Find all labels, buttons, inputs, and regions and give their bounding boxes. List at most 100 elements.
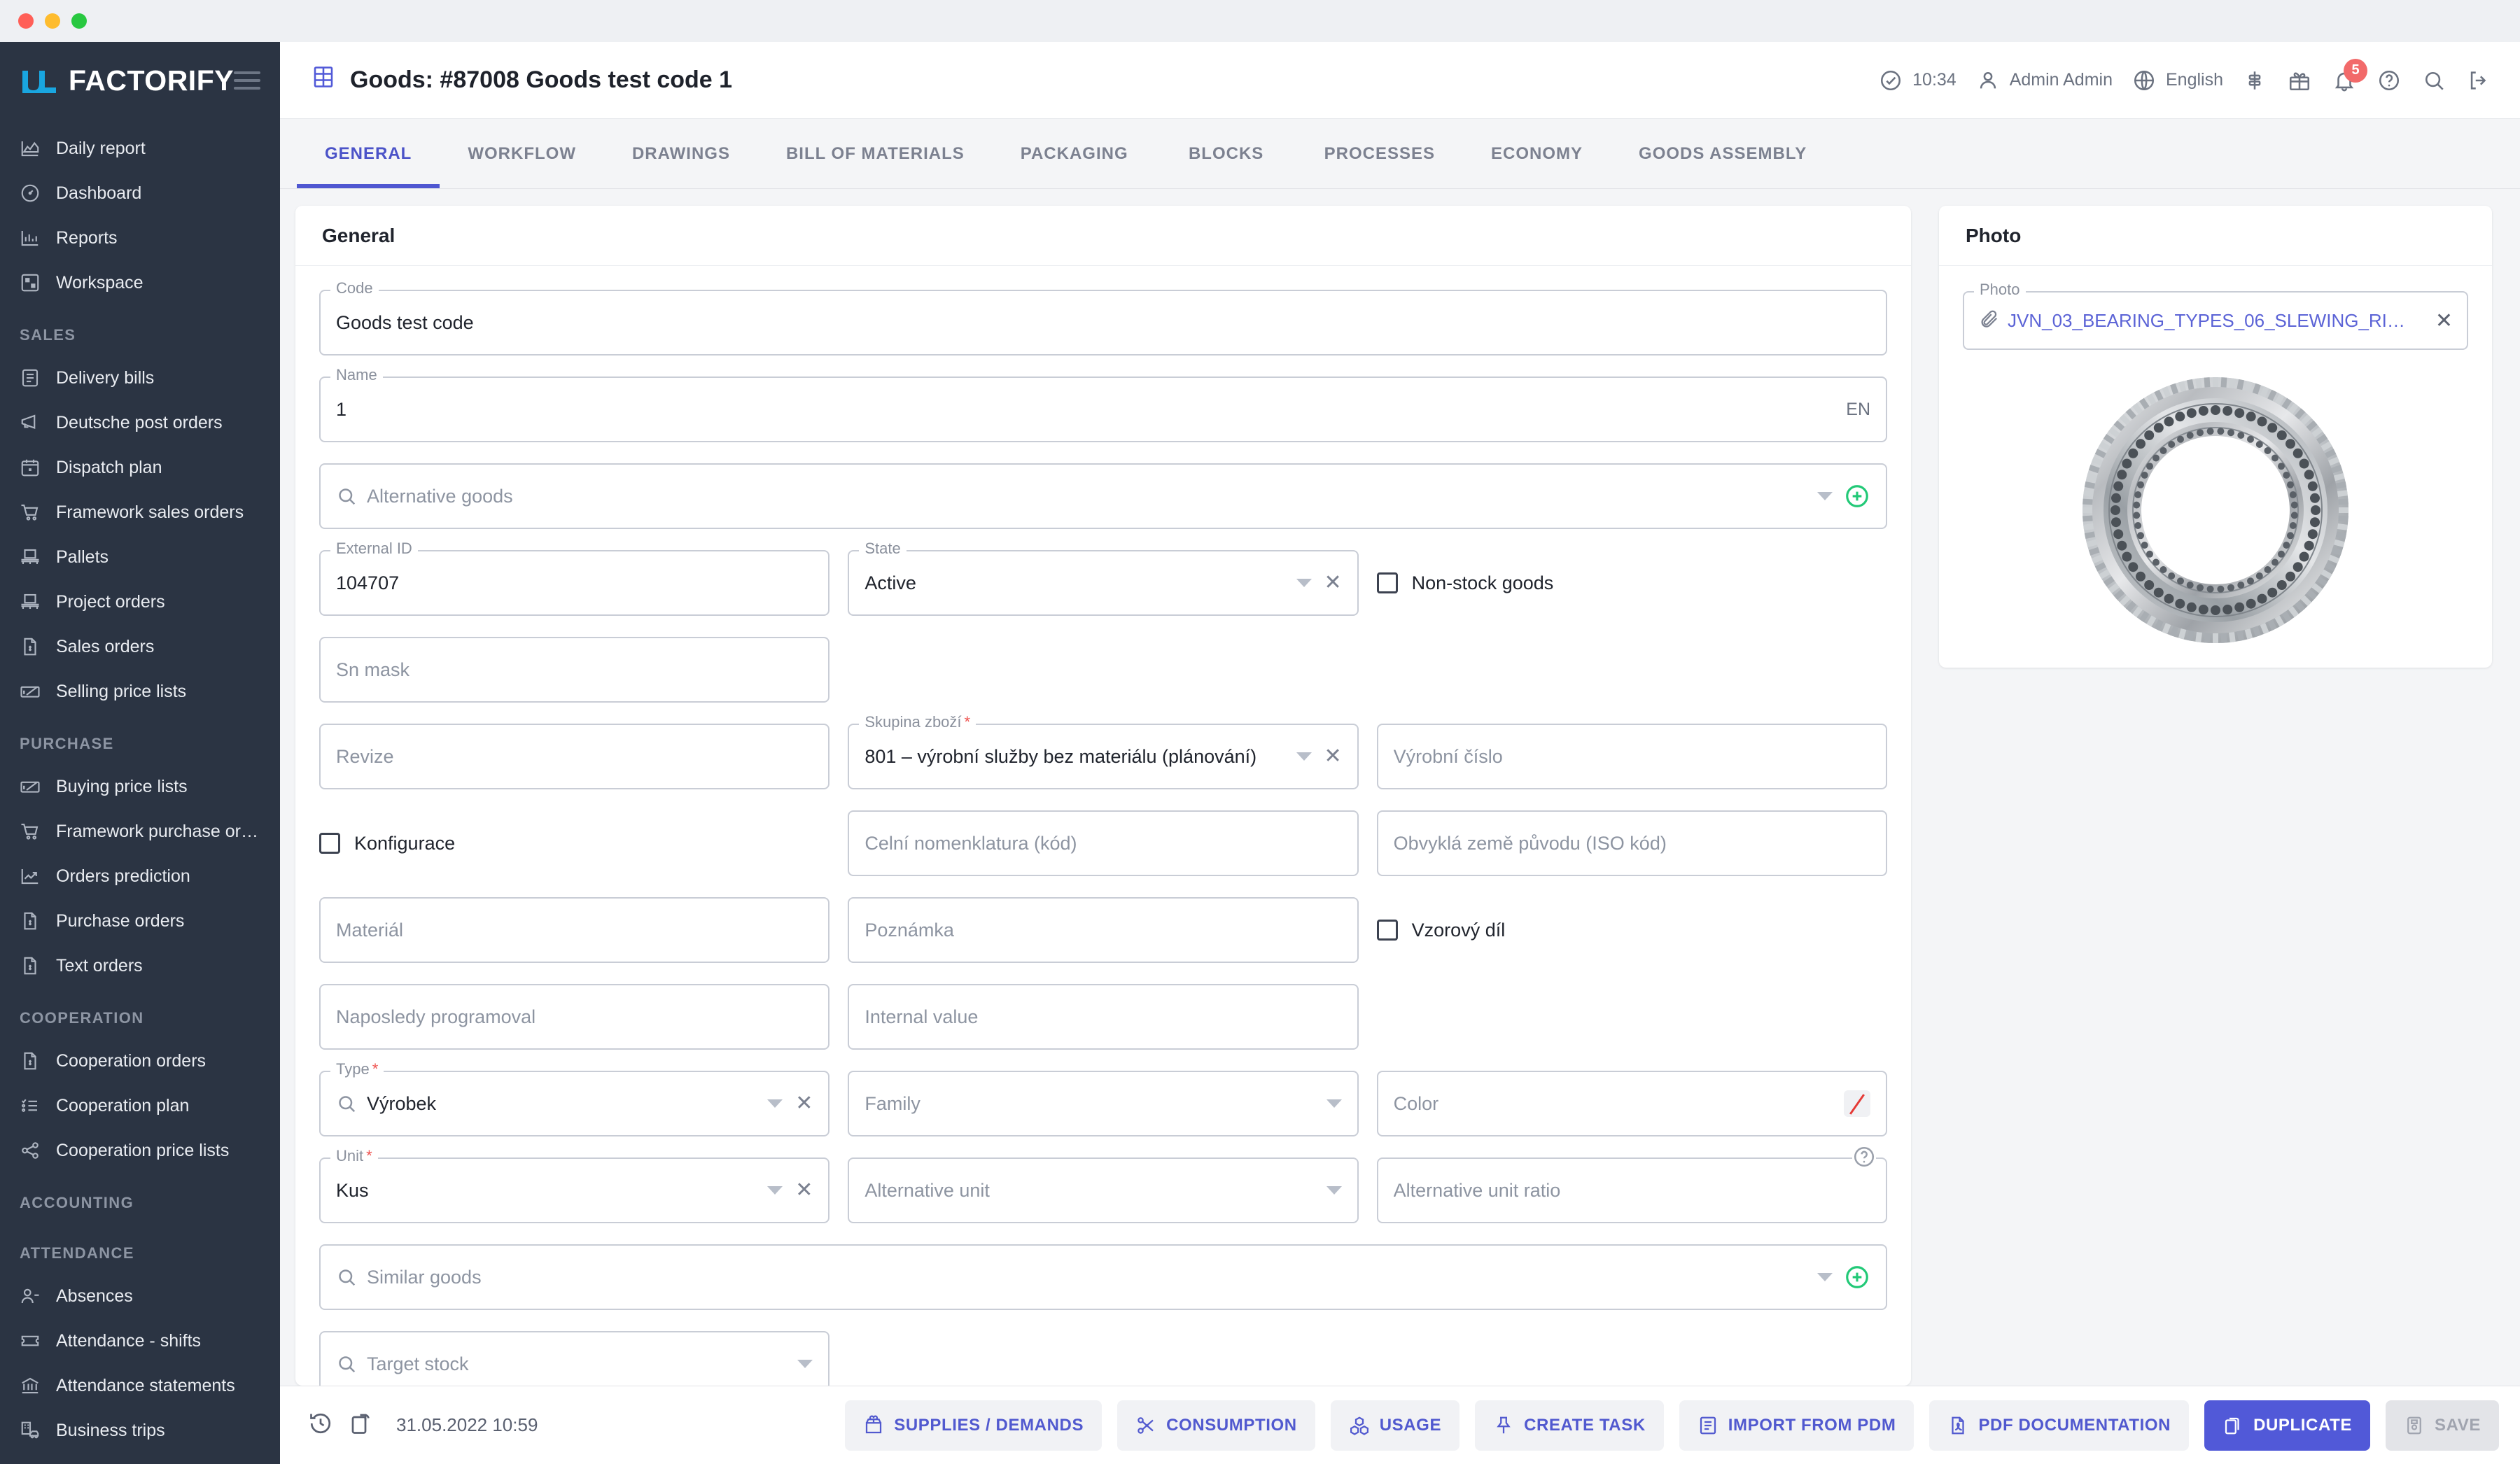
hamburger-icon[interactable] xyxy=(234,71,261,90)
color-field[interactable]: Color xyxy=(1376,1071,1887,1136)
sidebar-item-pallets[interactable]: Pallets xyxy=(0,535,280,579)
tab-processes[interactable]: PROCESSES xyxy=(1296,119,1463,188)
history-icon[interactable] xyxy=(308,1411,333,1440)
unit-field[interactable]: Unit * Kus ✕ xyxy=(319,1146,830,1223)
sn-mask-field[interactable]: Sn mask xyxy=(319,637,830,703)
pdf-documentation-button[interactable]: PDF DOCUMENTATION xyxy=(1929,1400,2190,1451)
language-selector[interactable]: English xyxy=(2131,67,2223,94)
sidebar-item-business-trips[interactable]: Business trips xyxy=(0,1408,280,1453)
family-field[interactable]: Family xyxy=(848,1071,1359,1136)
duplicate-small-icon[interactable] xyxy=(349,1411,374,1440)
chevron-down-icon[interactable] xyxy=(1296,752,1312,761)
photo-attachment-field[interactable]: Photo JVN_03_BEARING_TYPES_06_SLEWING_RI… xyxy=(1963,280,2468,350)
sidebar-item-selling-price-lists[interactable]: Selling price lists xyxy=(0,669,280,714)
save-button[interactable]: SAVE xyxy=(2386,1400,2499,1451)
sidebar-item-purchase-orders[interactable]: Purchase orders xyxy=(0,899,280,943)
sidebar-item-deutsche-post-orders[interactable]: Deutsche post orders xyxy=(0,400,280,445)
close-icon[interactable]: ✕ xyxy=(2435,309,2453,333)
question-circle-icon[interactable] xyxy=(1851,1145,1876,1169)
similar-goods-field[interactable]: Similar goods xyxy=(319,1244,1887,1310)
sidebar-item-delivery-bills[interactable]: Delivery bills xyxy=(0,356,280,400)
search-icon[interactable] xyxy=(2421,67,2447,94)
gift-icon[interactable] xyxy=(2286,67,2313,94)
sidebar-item-cooperation-orders[interactable]: Cooperation orders xyxy=(0,1039,280,1083)
sidebar-item-project-orders[interactable]: Project orders xyxy=(0,579,280,624)
checkbox-box[interactable] xyxy=(1376,920,1398,941)
consumption-button[interactable]: CONSUMPTION xyxy=(1117,1400,1315,1451)
tab-workflow[interactable]: WORKFLOW xyxy=(440,119,604,188)
chevron-down-icon[interactable] xyxy=(1296,579,1312,587)
type-field[interactable]: Type * Výrobek ✕ xyxy=(319,1060,830,1136)
sidebar-item-dashboard[interactable]: Dashboard xyxy=(0,171,280,216)
clear-icon[interactable]: ✕ xyxy=(1324,746,1342,767)
sidebar-item-sales-orders[interactable]: Sales orders xyxy=(0,624,280,669)
sidebar-item-cooperation-plan[interactable]: Cooperation plan xyxy=(0,1083,280,1128)
obvykla-zeme-field[interactable]: Obvyklá země původu (ISO kód) xyxy=(1376,810,1887,876)
chevron-down-icon[interactable] xyxy=(767,1099,783,1108)
chevron-down-icon[interactable] xyxy=(1326,1186,1342,1195)
naposledy-programoval-field[interactable]: Naposledy programoval xyxy=(319,984,830,1050)
chevron-down-icon[interactable] xyxy=(1326,1099,1342,1108)
usage-button[interactable]: USAGE xyxy=(1330,1400,1460,1451)
checkbox-box[interactable] xyxy=(1376,572,1398,593)
material-field[interactable]: Materiál xyxy=(319,897,830,963)
state-field[interactable]: State Active ✕ xyxy=(848,539,1359,616)
sidebar-item-workspace[interactable]: Workspace xyxy=(0,260,280,305)
sidebar-item-dispatch-plan[interactable]: Dispatch plan xyxy=(0,445,280,490)
sidebar-item-framework-purchase-orders[interactable]: Framework purchase ord… xyxy=(0,809,280,854)
sidebar-item-reports[interactable]: Reports xyxy=(0,216,280,260)
checkbox-box[interactable] xyxy=(319,833,340,854)
chevron-down-icon[interactable] xyxy=(1817,1273,1833,1281)
poznamka-field[interactable]: Poznámka xyxy=(848,897,1359,963)
sidebar-item-text-orders[interactable]: Text orders xyxy=(0,943,280,988)
sidebar-item-attendance-statements[interactable]: Attendance statements xyxy=(0,1363,280,1408)
clear-icon[interactable]: ✕ xyxy=(795,1093,813,1114)
clock-status[interactable]: 10:34 xyxy=(1877,67,1956,94)
name-field[interactable]: Name 1 EN xyxy=(319,365,1887,442)
tab-general[interactable]: GENERAL xyxy=(297,119,440,188)
tab-packaging[interactable]: PACKAGING xyxy=(993,119,1156,188)
code-field[interactable]: Code Goods test code xyxy=(319,279,1887,356)
question-circle-icon[interactable] xyxy=(2376,67,2402,94)
window-minimize-button[interactable] xyxy=(45,13,60,29)
revize-field[interactable]: Revize xyxy=(319,724,830,789)
sidebar-item-attendance-shifts[interactable]: Attendance - shifts xyxy=(0,1318,280,1363)
vyrobni-cislo-field[interactable]: Výrobní číslo xyxy=(1376,724,1887,789)
alternative-unit-ratio-field[interactable]: Alternative unit ratio xyxy=(1376,1145,1887,1223)
internal-value-field[interactable]: Internal value xyxy=(848,984,1359,1050)
chevron-down-icon[interactable] xyxy=(797,1360,813,1368)
sidebar-item-cooperation-price-lists[interactable]: Cooperation price lists xyxy=(0,1128,280,1173)
color-swatch-icon[interactable] xyxy=(1843,1090,1870,1117)
plus-circle-icon[interactable] xyxy=(1844,483,1870,509)
plus-circle-icon[interactable] xyxy=(1844,1264,1870,1290)
alternative-unit-field[interactable]: Alternative unit xyxy=(848,1157,1359,1223)
user-menu[interactable]: Admin Admin xyxy=(1975,67,2113,94)
non-stock-goods-checkbox[interactable]: Non-stock goods xyxy=(1376,550,1887,616)
bell-icon[interactable]: 5 xyxy=(2331,58,2367,94)
sidebar-item-framework-sales-orders[interactable]: Framework sales orders xyxy=(0,490,280,535)
tab-economy[interactable]: ECONOMY xyxy=(1463,119,1611,188)
import-from-pdm-button[interactable]: IMPORT FROM PDM xyxy=(1679,1400,1914,1451)
tab-drawings[interactable]: DRAWINGS xyxy=(604,119,758,188)
chevron-down-icon[interactable] xyxy=(767,1186,783,1195)
clear-icon[interactable]: ✕ xyxy=(1324,572,1342,593)
chevron-down-icon[interactable] xyxy=(1817,492,1833,500)
celni-nomenklatura-field[interactable]: Celní nomenklatura (kód) xyxy=(848,810,1359,876)
sliders-icon[interactable] xyxy=(2241,67,2268,94)
photo-file-name[interactable]: JVN_03_BEARING_TYPES_06_SLEWING_RI… xyxy=(2008,310,2424,332)
alternative-goods-field[interactable]: Alternative goods xyxy=(319,463,1887,529)
vzorovy-dil-checkbox[interactable]: Vzorový díl xyxy=(1376,897,1887,963)
clear-icon[interactable]: ✕ xyxy=(795,1180,813,1201)
tab-goods-assembly[interactable]: GOODS ASSEMBLY xyxy=(1611,119,1835,188)
sidebar-item-orders-prediction[interactable]: Orders prediction xyxy=(0,854,280,899)
supplies-demands-button[interactable]: SUPPLIES / DEMANDS xyxy=(845,1400,1102,1451)
target-stock-field[interactable]: Target stock xyxy=(319,1331,830,1386)
tab-blocks[interactable]: BLOCKS xyxy=(1156,119,1296,188)
sidebar-item-daily-report[interactable]: Daily report xyxy=(0,126,280,171)
window-close-button[interactable] xyxy=(18,13,34,29)
konfigurace-checkbox[interactable]: Konfigurace xyxy=(319,810,830,876)
sidebar-item-absences[interactable]: Absences xyxy=(0,1274,280,1318)
duplicate-button[interactable]: DUPLICATE xyxy=(2204,1400,2371,1451)
tab-bill-of-materials[interactable]: BILL OF MATERIALS xyxy=(758,119,993,188)
logout-icon[interactable] xyxy=(2465,67,2492,94)
